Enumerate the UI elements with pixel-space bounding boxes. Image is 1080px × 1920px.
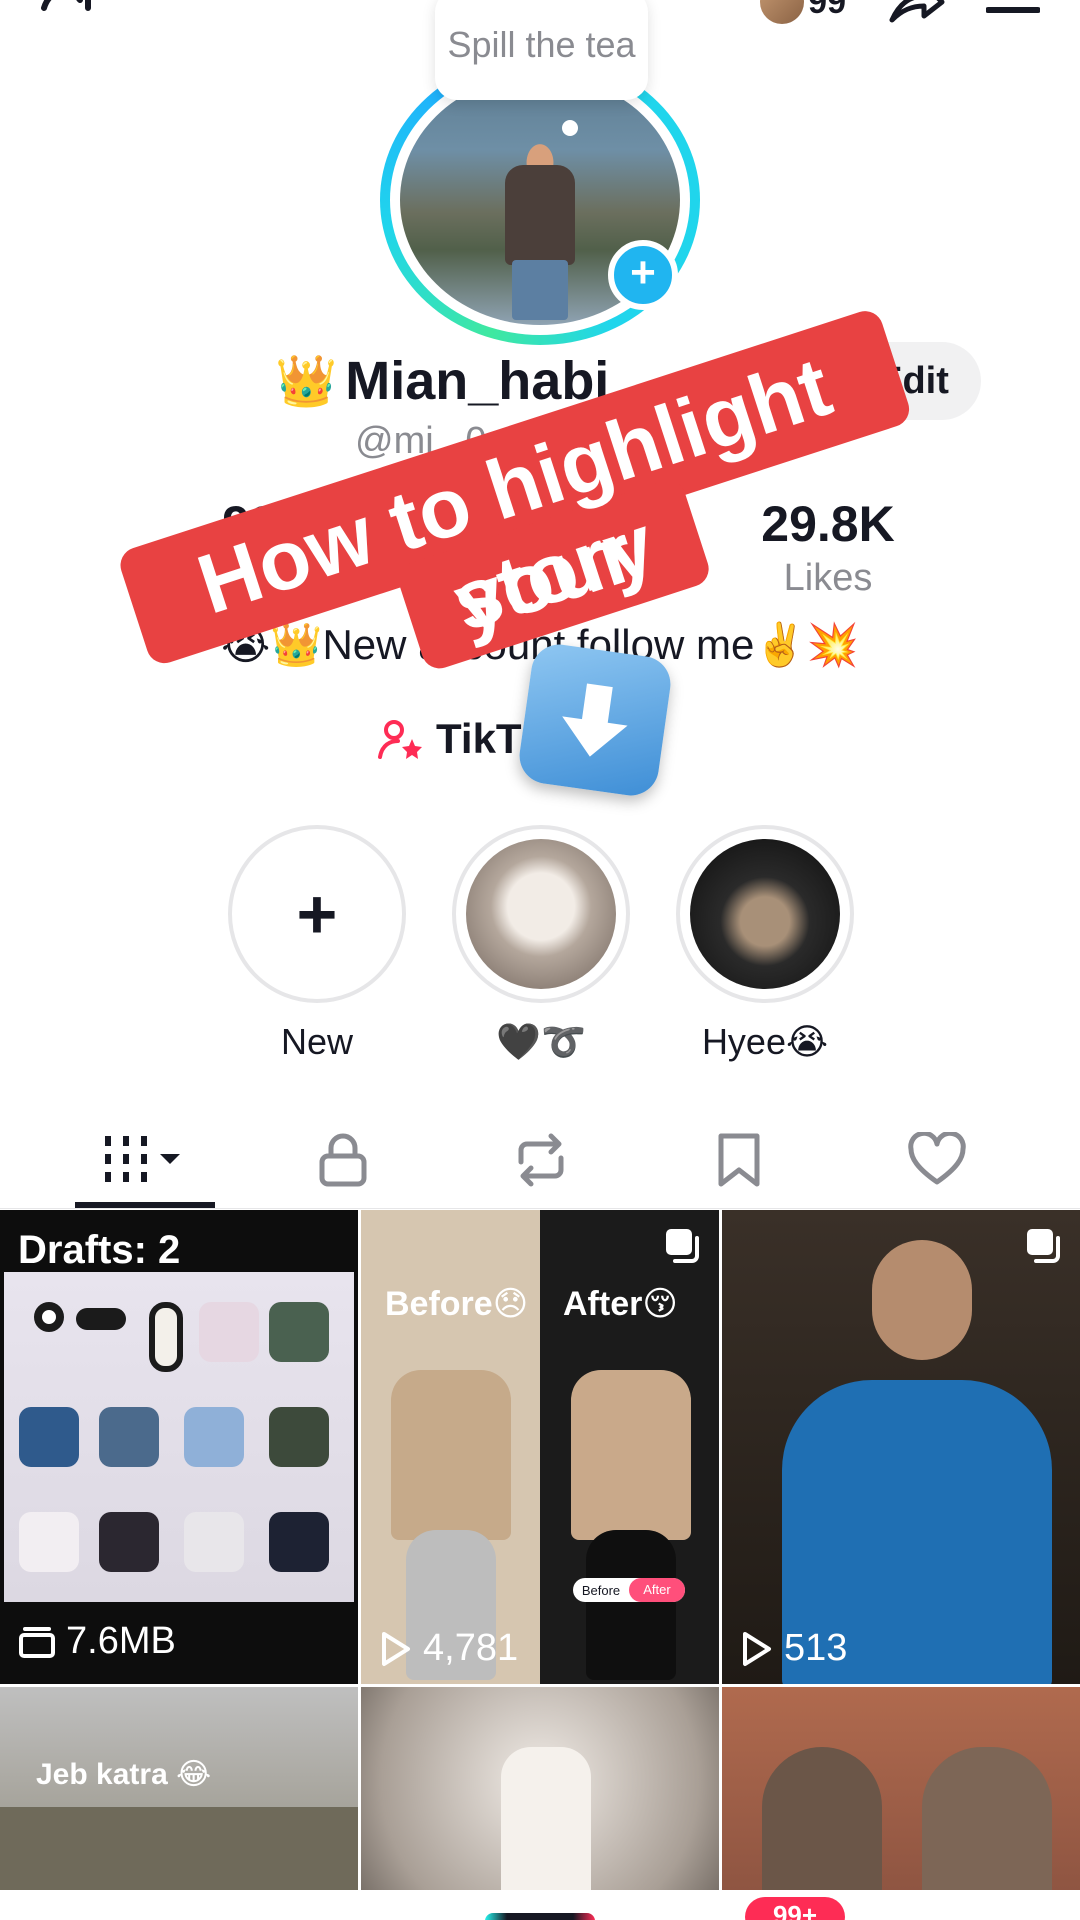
note-text: Spill the tea bbox=[447, 24, 636, 65]
multi-photo-icon bbox=[666, 1229, 699, 1263]
grid-icon bbox=[105, 1136, 180, 1182]
before-text: Before😞 bbox=[385, 1285, 529, 1323]
highlight-new[interactable]: + New bbox=[228, 825, 406, 1063]
highlight-label: 🖤➰ bbox=[496, 1021, 586, 1062]
after-text: After😚 bbox=[563, 1285, 678, 1323]
highlight-label: Hyee😭 bbox=[701, 1021, 829, 1062]
drafts-label: Drafts: 2 bbox=[18, 1228, 181, 1272]
before-after-toggle: Before After bbox=[573, 1578, 685, 1602]
video-tile[interactable]: Jeb katra 😂 bbox=[0, 1687, 358, 1920]
share-icon[interactable] bbox=[886, 0, 946, 24]
highlight-cover bbox=[690, 839, 840, 989]
drafts-tile[interactable]: Drafts: 2 7.6MB bbox=[0, 1210, 358, 1684]
inbox-badge[interactable]: 99+ bbox=[745, 1897, 845, 1920]
tab-favorites[interactable] bbox=[684, 1120, 794, 1200]
note-bubble-tail bbox=[562, 120, 578, 136]
view-count: 513 bbox=[740, 1627, 847, 1670]
play-icon bbox=[743, 1631, 771, 1666]
tab-reposts[interactable] bbox=[486, 1120, 596, 1200]
lock-icon bbox=[319, 1133, 367, 1187]
highlight-cover bbox=[466, 839, 616, 989]
plus-icon: + bbox=[296, 875, 338, 953]
friends-count: 99 bbox=[808, 0, 846, 21]
repost-icon bbox=[518, 1133, 564, 1187]
note-bubble[interactable]: Spill the tea bbox=[435, 0, 648, 100]
highlight-item[interactable]: 🖤➰ bbox=[452, 825, 630, 1063]
video-overlay-text: Jeb katra 😂 bbox=[36, 1758, 212, 1791]
add-friend-icon[interactable] bbox=[40, 0, 110, 28]
video-tile[interactable]: Before😞 After😚 Before After 4,781 bbox=[361, 1210, 719, 1684]
drafts-size: 7.6MB bbox=[18, 1620, 176, 1663]
profile-tabs bbox=[0, 1120, 1080, 1210]
highlight-item[interactable]: Hyee😭 bbox=[676, 825, 854, 1063]
menu-icon[interactable] bbox=[986, 0, 1040, 24]
friend-avatar bbox=[760, 0, 805, 24]
tab-videos[interactable] bbox=[88, 1120, 198, 1200]
video-tile[interactable]: 513 bbox=[722, 1210, 1080, 1684]
friends-avatar-button[interactable]: 99 bbox=[760, 0, 846, 24]
video-tile[interactable] bbox=[722, 1687, 1080, 1920]
multi-photo-icon bbox=[1027, 1229, 1060, 1263]
view-count: 4,781 bbox=[379, 1627, 518, 1670]
video-tile[interactable] bbox=[361, 1687, 719, 1920]
down-arrow-icon bbox=[515, 640, 675, 800]
play-icon bbox=[382, 1631, 410, 1666]
create-button[interactable] bbox=[485, 1913, 595, 1920]
tab-private[interactable] bbox=[288, 1120, 398, 1200]
heart-icon bbox=[908, 1132, 966, 1185]
tabs-divider bbox=[0, 1208, 1080, 1209]
drafts-stack-icon bbox=[19, 1626, 55, 1658]
tab-liked[interactable] bbox=[882, 1120, 992, 1200]
highlight-label: New bbox=[280, 1021, 354, 1062]
bookmark-icon bbox=[718, 1133, 760, 1187]
top-right-actions: 99 bbox=[760, 0, 1040, 24]
draft-thumbnail bbox=[4, 1272, 354, 1602]
